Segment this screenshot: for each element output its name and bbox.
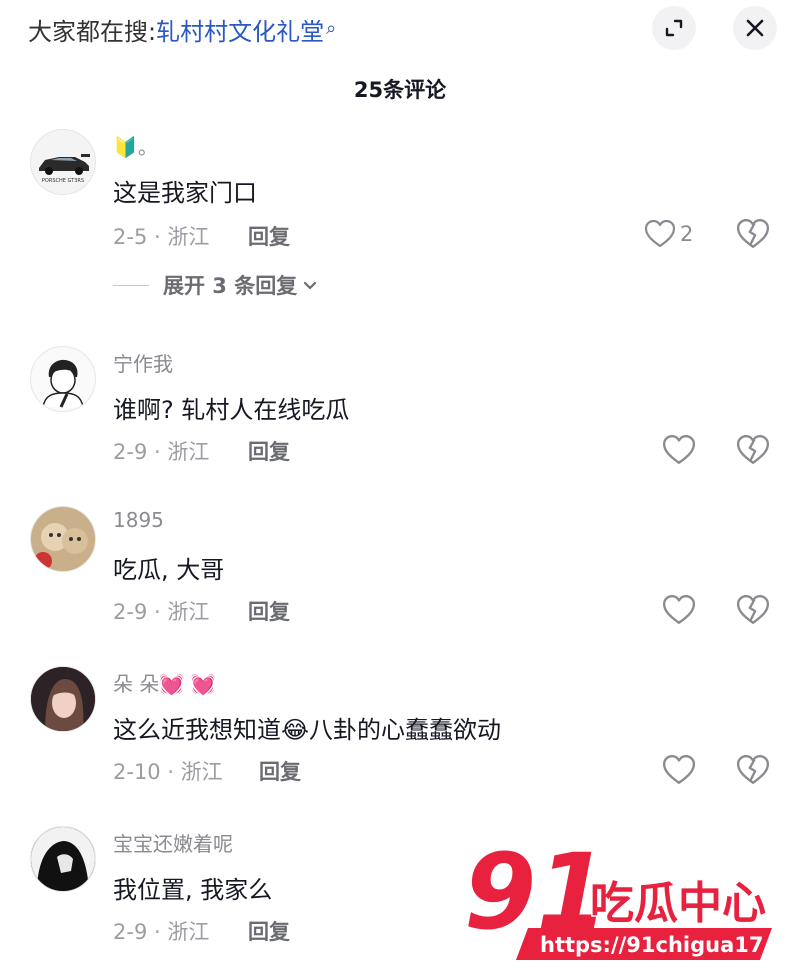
reply-button[interactable]: 回复 (248, 221, 290, 251)
comment-author[interactable]: 宁作我 (113, 348, 173, 377)
reply-button[interactable]: 回复 (248, 436, 290, 466)
search-suggestion[interactable]: 大家都在搜:轧村村文化礼堂 ⌕ (28, 12, 336, 47)
broken-heart-icon[interactable] (736, 593, 770, 627)
comment-meta: 2-10 · 浙江 (113, 760, 223, 784)
top-bar: 大家都在搜:轧村村文化礼堂 ⌕ (0, 0, 800, 60)
comment-author[interactable]: 1895 (113, 508, 164, 532)
search-suggestion-prefix: 大家都在搜: (28, 18, 157, 46)
reply-button[interactable]: 回复 (248, 916, 290, 946)
broken-heart-icon[interactable] (736, 433, 770, 467)
cats-avatar-image (31, 507, 95, 571)
reply-button[interactable]: 回复 (248, 596, 290, 626)
divider-line (113, 284, 149, 286)
comment-text: 谁啊? 轧村人在线吃瓜 (113, 396, 350, 424)
like-count: 2 (680, 222, 694, 246)
comment-count-title: 25条评论 (353, 78, 447, 102)
car-avatar-image: PORSCHE GT3RS (39, 154, 90, 184)
comment-text: 这是我家门口 (113, 179, 257, 207)
avatar[interactable]: PORSCHE GT3RS (30, 129, 96, 195)
comment-meta: 2-9 · 浙江 (113, 440, 210, 464)
chevron-down-icon (304, 281, 317, 290)
comment-author[interactable]: 宝宝还嫩着呢 (113, 828, 233, 857)
comment-text: 我位置, 我家么 (113, 876, 273, 904)
expand-replies-button[interactable]: 展开 3 条回复 (113, 270, 319, 300)
comment-text: 这么近我想知道😂八卦的心蠢蠢欲动 (113, 716, 502, 744)
avatar[interactable] (30, 666, 96, 732)
silhouette-avatar-image (31, 827, 95, 891)
heart-icon (644, 219, 676, 248)
watermark-logo: 91 吃瓜中心 https://91chigua17.com (462, 836, 790, 960)
reply-button[interactable]: 回复 (259, 756, 301, 786)
comment-meta: 2-9 · 浙江 (113, 600, 210, 624)
heart-icon[interactable] (662, 593, 696, 627)
avatar[interactable] (30, 346, 96, 412)
expand-replies-label: 展开 3 条回复 (163, 274, 298, 298)
comment-meta: 2-9 · 浙江 (113, 920, 210, 944)
comment-meta: 2-5 · 浙江 (113, 225, 210, 249)
collapse-button[interactable] (652, 6, 696, 50)
avatar[interactable] (30, 826, 96, 892)
comment-text: 吃瓜, 大哥 (113, 556, 225, 584)
avatar-caption: PORSCHE GT3RS (42, 178, 84, 184)
broken-heart-icon[interactable] (736, 217, 770, 251)
like-button[interactable]: 2 (644, 217, 704, 251)
search-suggestion-query[interactable]: 轧村村文化礼堂 (156, 18, 324, 46)
comment-author[interactable]: 朵 朵💓 💓 (113, 668, 216, 697)
avatar[interactable] (30, 506, 96, 572)
heart-icon[interactable] (662, 753, 696, 787)
sketch-avatar-image (42, 359, 84, 408)
watermark-url: https://91chigua17.com (540, 933, 790, 957)
close-button[interactable] (733, 6, 777, 50)
heart-icon[interactable] (662, 433, 696, 467)
comment-author[interactable]: 🔰。 (113, 131, 158, 160)
collapse-icon (665, 19, 683, 37)
watermark-brand: 吃瓜中心 (590, 878, 766, 929)
search-icon: ⌕ (326, 18, 337, 39)
broken-heart-icon[interactable] (736, 753, 770, 787)
close-icon (746, 19, 764, 37)
portrait-avatar-image (31, 667, 95, 731)
